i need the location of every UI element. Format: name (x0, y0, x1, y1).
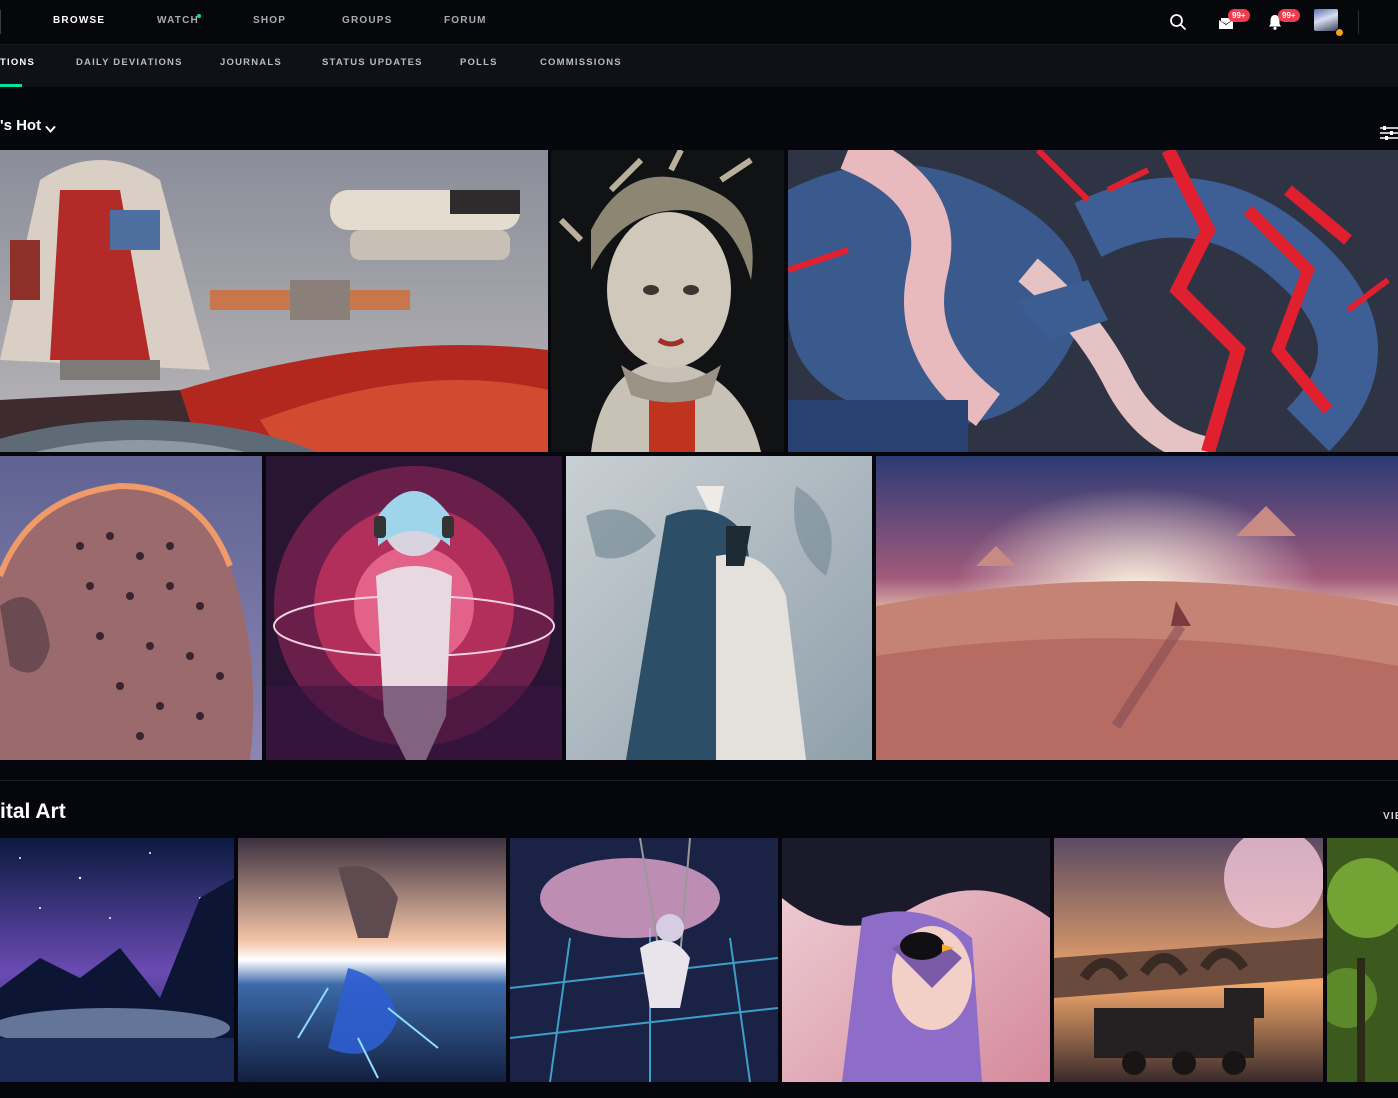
filter-icon[interactable] (1380, 125, 1398, 146)
nav-browse[interactable]: BROWSE (53, 15, 105, 26)
artwork-image (238, 838, 506, 1082)
nav-edge-divider (0, 10, 1, 34)
nav-forum[interactable]: FORUM (444, 15, 487, 26)
artwork-tile[interactable] (0, 838, 234, 1082)
artwork-tile[interactable] (266, 456, 562, 760)
artwork-tile[interactable] (0, 456, 262, 760)
section-divider (0, 780, 1398, 781)
artwork-tile[interactable] (551, 150, 784, 452)
artwork-image (1327, 838, 1398, 1082)
artwork-tile[interactable] (510, 838, 778, 1082)
artwork-image (876, 456, 1398, 760)
top-navigation: BROWSE WATCH SHOP GROUPS FORUM 99+ 99+ (0, 0, 1398, 45)
artwork-tile[interactable] (788, 150, 1398, 452)
active-tab-indicator (0, 84, 22, 87)
watch-new-dot (197, 14, 201, 18)
notifications-badge: 99+ (1278, 9, 1300, 22)
nav-watch[interactable]: WATCH (157, 15, 199, 26)
artwork-tile[interactable] (1054, 838, 1323, 1082)
avatar-status-dot (1335, 28, 1344, 37)
view-all-link[interactable]: VIE (1383, 811, 1398, 822)
artwork-image (551, 150, 784, 452)
artwork-image (1054, 838, 1323, 1082)
tab-commissions[interactable]: COMMISSIONS (540, 57, 622, 68)
artwork-image (788, 150, 1398, 452)
artwork-tile[interactable] (782, 838, 1050, 1082)
artwork-image (566, 456, 872, 760)
search-icon[interactable] (1169, 13, 1187, 36)
artwork-image (0, 150, 548, 452)
sub-navigation: TIONS DAILY DEVIATIONS JOURNALS STATUS U… (0, 45, 1398, 87)
nav-groups[interactable]: GROUPS (342, 15, 393, 26)
tab-status-updates[interactable]: STATUS UPDATES (322, 57, 423, 68)
section-title-whats-hot[interactable]: 's Hot (0, 117, 41, 134)
tab-polls[interactable]: POLLS (460, 57, 498, 68)
artwork-tile[interactable] (0, 150, 548, 452)
nav-shop[interactable]: SHOP (253, 15, 286, 26)
artwork-image (0, 456, 262, 760)
tab-deviations[interactable]: TIONS (0, 57, 35, 68)
artwork-tile[interactable] (566, 456, 872, 760)
artwork-tile[interactable] (876, 456, 1398, 760)
artwork-image (266, 456, 562, 760)
tab-journals[interactable]: JOURNALS (220, 57, 282, 68)
artwork-image (0, 838, 234, 1082)
tab-daily-deviations[interactable]: DAILY DEVIATIONS (76, 57, 183, 68)
nav-divider (1358, 10, 1359, 34)
artwork-image (782, 838, 1050, 1082)
chevron-down-icon[interactable] (45, 121, 56, 139)
section-title-digital-art[interactable]: ital Art (0, 800, 66, 824)
artwork-tile[interactable] (1327, 838, 1398, 1082)
artwork-tile[interactable] (238, 838, 506, 1082)
avatar[interactable] (1314, 9, 1338, 31)
artwork-image (510, 838, 778, 1082)
inbox-badge: 99+ (1228, 9, 1250, 22)
